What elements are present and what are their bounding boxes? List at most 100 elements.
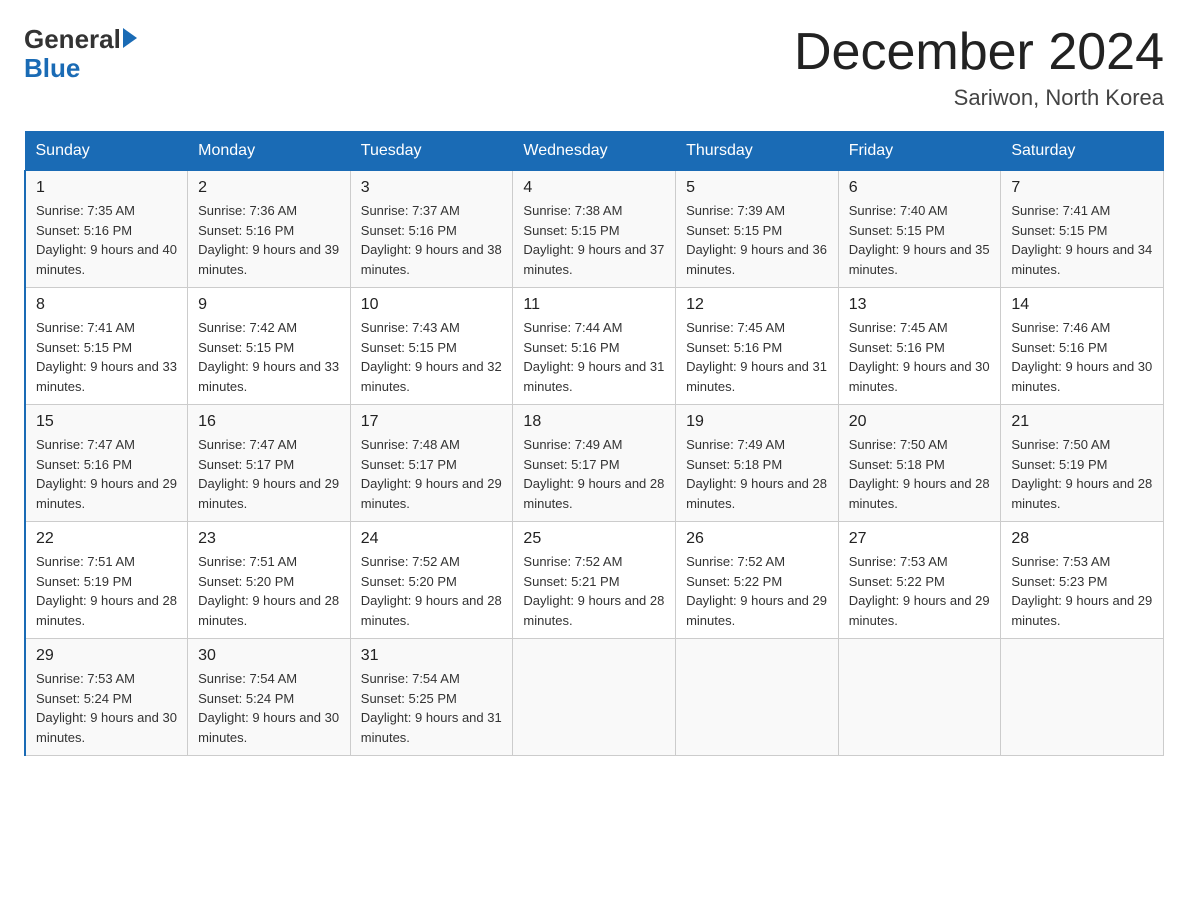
calendar-day-cell: 26 Sunrise: 7:52 AMSunset: 5:22 PMDayligh… <box>676 522 839 639</box>
page-header: General Blue December 2024 Sariwon, Nort… <box>24 24 1164 111</box>
day-info: Sunrise: 7:41 AMSunset: 5:15 PMDaylight:… <box>1011 201 1153 279</box>
calendar-week-row: 22 Sunrise: 7:51 AMSunset: 5:19 PMDayligh… <box>25 522 1164 639</box>
day-number: 29 <box>36 647 177 665</box>
calendar-day-cell: 3Sunrise: 7:37 AMSunset: 5:16 PMDaylight… <box>350 171 513 288</box>
col-tuesday: Tuesday <box>350 132 513 171</box>
calendar-day-cell: 11Sunrise: 7:44 AMSunset: 5:16 PMDayligh… <box>513 288 676 405</box>
day-number: 24 <box>361 530 503 548</box>
calendar-day-cell: 10 Sunrise: 7:43 AMSunset: 5:15 PMDayligh… <box>350 288 513 405</box>
calendar-day-cell: 23 Sunrise: 7:51 AMSunset: 5:20 PMDayligh… <box>188 522 351 639</box>
day-info: Sunrise: 7:50 AMSunset: 5:19 PMDaylight:… <box>1011 435 1153 513</box>
calendar-body: 1 Sunrise: 7:35 AMSunset: 5:16 PMDaylight… <box>25 171 1164 756</box>
day-number: 30 <box>198 647 340 665</box>
day-info: Sunrise: 7:43 AMSunset: 5:15 PMDaylight:… <box>361 318 503 396</box>
day-number: 25 <box>523 530 665 548</box>
day-number: 23 <box>198 530 340 548</box>
day-info: Sunrise: 7:46 AMSunset: 5:16 PMDaylight:… <box>1011 318 1153 396</box>
day-number: 7 <box>1011 179 1153 197</box>
day-info: Sunrise: 7:45 AMSunset: 5:16 PMDaylight:… <box>686 318 828 396</box>
day-number: 28 <box>1011 530 1153 548</box>
calendar-table: Sunday Monday Tuesday Wednesday Thursday… <box>24 131 1164 756</box>
col-friday: Friday <box>838 132 1001 171</box>
calendar-week-row: 8Sunrise: 7:41 AMSunset: 5:15 PMDaylight… <box>25 288 1164 405</box>
col-thursday: Thursday <box>676 132 839 171</box>
day-info: Sunrise: 7:47 AMSunset: 5:16 PMDaylight:… <box>36 435 177 513</box>
day-number: 22 <box>36 530 177 548</box>
calendar-day-cell: 9 Sunrise: 7:42 AMSunset: 5:15 PMDaylight… <box>188 288 351 405</box>
calendar-day-cell: 29 Sunrise: 7:53 AMSunset: 5:24 PMDayligh… <box>25 639 188 756</box>
day-number: 16 <box>198 413 340 431</box>
day-number: 9 <box>198 296 340 314</box>
calendar-day-cell <box>513 639 676 756</box>
calendar-day-cell: 20Sunrise: 7:50 AMSunset: 5:18 PMDayligh… <box>838 405 1001 522</box>
day-number: 8 <box>36 296 177 314</box>
day-number: 11 <box>523 296 665 314</box>
calendar-day-cell: 15 Sunrise: 7:47 AMSunset: 5:16 PMDayligh… <box>25 405 188 522</box>
day-info: Sunrise: 7:40 AMSunset: 5:15 PMDaylight:… <box>849 201 991 279</box>
calendar-day-cell: 31 Sunrise: 7:54 AMSunset: 5:25 PMDayligh… <box>350 639 513 756</box>
calendar-day-cell: 13 Sunrise: 7:45 AMSunset: 5:16 PMDayligh… <box>838 288 1001 405</box>
day-info: Sunrise: 7:49 AMSunset: 5:18 PMDaylight:… <box>686 435 828 513</box>
calendar-day-cell: 25Sunrise: 7:52 AMSunset: 5:21 PMDayligh… <box>513 522 676 639</box>
day-info: Sunrise: 7:36 AMSunset: 5:16 PMDaylight:… <box>198 201 340 279</box>
calendar-day-cell <box>838 639 1001 756</box>
col-saturday: Saturday <box>1001 132 1164 171</box>
day-number: 19 <box>686 413 828 431</box>
day-number: 26 <box>686 530 828 548</box>
calendar-day-cell: 30 Sunrise: 7:54 AMSunset: 5:24 PMDayligh… <box>188 639 351 756</box>
calendar-day-cell: 1 Sunrise: 7:35 AMSunset: 5:16 PMDaylight… <box>25 171 188 288</box>
col-sunday: Sunday <box>25 132 188 171</box>
logo-general-text: General <box>24 24 121 55</box>
day-number: 12 <box>686 296 828 314</box>
day-info: Sunrise: 7:49 AMSunset: 5:17 PMDaylight:… <box>523 435 665 513</box>
calendar-day-cell <box>676 639 839 756</box>
calendar-week-row: 29 Sunrise: 7:53 AMSunset: 5:24 PMDayligh… <box>25 639 1164 756</box>
calendar-day-cell: 14Sunrise: 7:46 AMSunset: 5:16 PMDayligh… <box>1001 288 1164 405</box>
calendar-day-cell: 2 Sunrise: 7:36 AMSunset: 5:16 PMDaylight… <box>188 171 351 288</box>
calendar-day-cell: 24 Sunrise: 7:52 AMSunset: 5:20 PMDayligh… <box>350 522 513 639</box>
day-info: Sunrise: 7:48 AMSunset: 5:17 PMDaylight:… <box>361 435 503 513</box>
day-info: Sunrise: 7:51 AMSunset: 5:20 PMDaylight:… <box>198 552 340 630</box>
calendar-week-row: 15 Sunrise: 7:47 AMSunset: 5:16 PMDayligh… <box>25 405 1164 522</box>
logo-blue-text: Blue <box>24 53 137 84</box>
day-number: 31 <box>361 647 503 665</box>
calendar-week-row: 1 Sunrise: 7:35 AMSunset: 5:16 PMDaylight… <box>25 171 1164 288</box>
col-monday: Monday <box>188 132 351 171</box>
header-row: Sunday Monday Tuesday Wednesday Thursday… <box>25 132 1164 171</box>
day-info: Sunrise: 7:52 AMSunset: 5:22 PMDaylight:… <box>686 552 828 630</box>
calendar-day-cell: 12 Sunrise: 7:45 AMSunset: 5:16 PMDayligh… <box>676 288 839 405</box>
day-info: Sunrise: 7:52 AMSunset: 5:20 PMDaylight:… <box>361 552 503 630</box>
calendar-day-cell: 17Sunrise: 7:48 AMSunset: 5:17 PMDayligh… <box>350 405 513 522</box>
day-number: 27 <box>849 530 991 548</box>
calendar-day-cell: 16Sunrise: 7:47 AMSunset: 5:17 PMDayligh… <box>188 405 351 522</box>
day-number: 15 <box>36 413 177 431</box>
logo-arrow-icon <box>123 28 137 48</box>
day-number: 6 <box>849 179 991 197</box>
day-info: Sunrise: 7:54 AMSunset: 5:25 PMDaylight:… <box>361 669 503 747</box>
day-number: 4 <box>523 179 665 197</box>
day-number: 10 <box>361 296 503 314</box>
day-number: 13 <box>849 296 991 314</box>
day-info: Sunrise: 7:45 AMSunset: 5:16 PMDaylight:… <box>849 318 991 396</box>
calendar-day-cell: 27 Sunrise: 7:53 AMSunset: 5:22 PMDayligh… <box>838 522 1001 639</box>
calendar-day-cell: 28 Sunrise: 7:53 AMSunset: 5:23 PMDayligh… <box>1001 522 1164 639</box>
day-info: Sunrise: 7:35 AMSunset: 5:16 PMDaylight:… <box>36 201 177 279</box>
calendar-day-cell: 6 Sunrise: 7:40 AMSunset: 5:15 PMDaylight… <box>838 171 1001 288</box>
month-title: December 2024 <box>794 24 1164 81</box>
day-info: Sunrise: 7:53 AMSunset: 5:23 PMDaylight:… <box>1011 552 1153 630</box>
day-info: Sunrise: 7:54 AMSunset: 5:24 PMDaylight:… <box>198 669 340 747</box>
calendar-day-cell: 19 Sunrise: 7:49 AMSunset: 5:18 PMDayligh… <box>676 405 839 522</box>
calendar-day-cell: 7 Sunrise: 7:41 AMSunset: 5:15 PMDaylight… <box>1001 171 1164 288</box>
day-number: 1 <box>36 179 177 197</box>
day-number: 21 <box>1011 413 1153 431</box>
day-info: Sunrise: 7:38 AMSunset: 5:15 PMDaylight:… <box>523 201 665 279</box>
day-info: Sunrise: 7:50 AMSunset: 5:18 PMDaylight:… <box>849 435 991 513</box>
day-info: Sunrise: 7:51 AMSunset: 5:19 PMDaylight:… <box>36 552 177 630</box>
calendar-day-cell: 22 Sunrise: 7:51 AMSunset: 5:19 PMDayligh… <box>25 522 188 639</box>
day-number: 2 <box>198 179 340 197</box>
day-info: Sunrise: 7:53 AMSunset: 5:22 PMDaylight:… <box>849 552 991 630</box>
logo: General Blue <box>24 24 137 84</box>
day-info: Sunrise: 7:42 AMSunset: 5:15 PMDaylight:… <box>198 318 340 396</box>
day-info: Sunrise: 7:39 AMSunset: 5:15 PMDaylight:… <box>686 201 828 279</box>
day-info: Sunrise: 7:53 AMSunset: 5:24 PMDaylight:… <box>36 669 177 747</box>
